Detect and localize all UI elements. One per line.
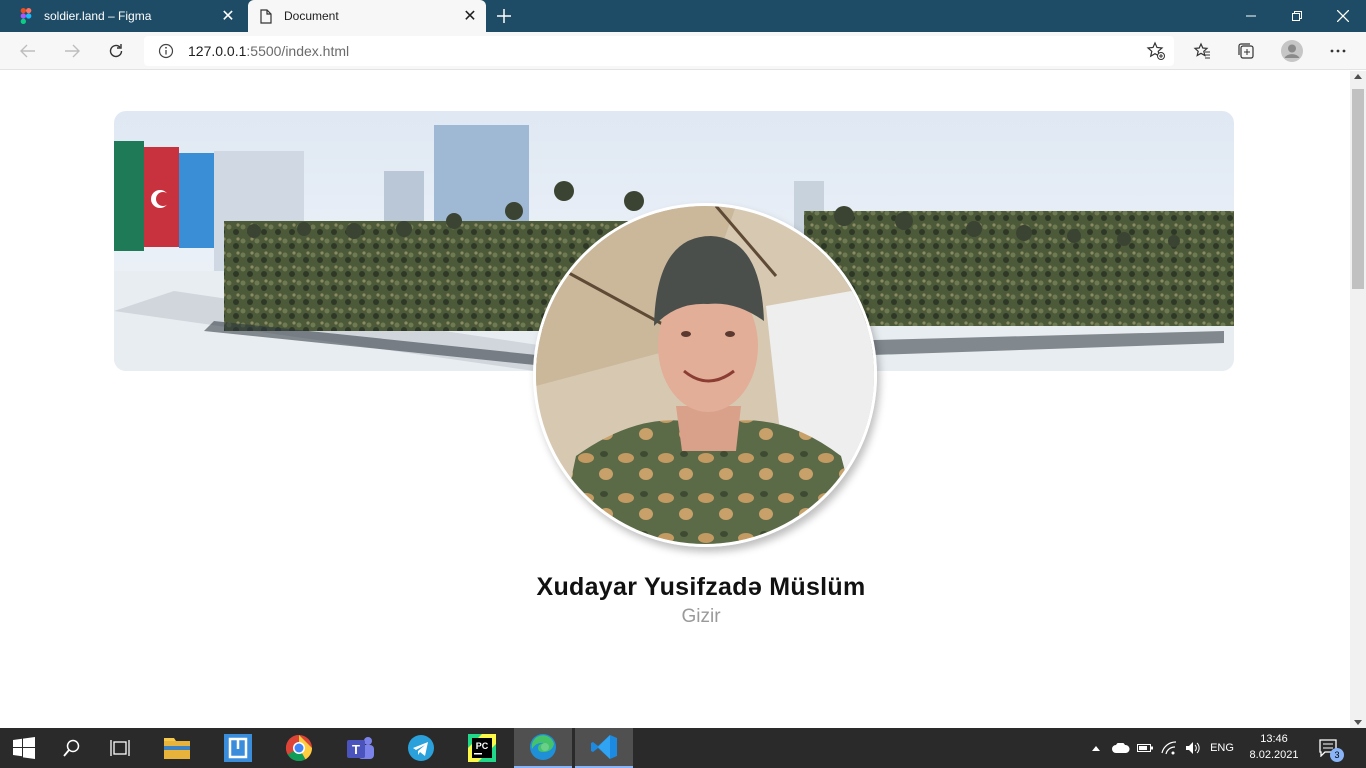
chevron-up-icon[interactable] xyxy=(1088,728,1104,768)
wifi-icon[interactable] xyxy=(1158,728,1180,768)
profile-photo xyxy=(533,203,877,547)
restore-icon[interactable] xyxy=(1274,0,1320,32)
url-host: 127.0.0.1 xyxy=(188,43,247,59)
task-view-icon[interactable] xyxy=(96,728,144,768)
windows-taskbar: T PC ENG 13:46 8.02.2021 3 xyxy=(0,728,1366,768)
notification-center-icon[interactable]: 3 xyxy=(1314,728,1344,768)
profile-avatar-icon[interactable] xyxy=(1277,36,1307,66)
clock-time: 13:46 xyxy=(1260,733,1288,745)
onedrive-icon[interactable] xyxy=(1110,728,1132,768)
volume-icon[interactable] xyxy=(1182,728,1204,768)
profile-rank: Gizir xyxy=(681,606,721,627)
collections-icon[interactable] xyxy=(1231,36,1261,66)
language-indicator[interactable]: ENG xyxy=(1206,728,1238,768)
scroll-down-icon[interactable] xyxy=(1354,720,1362,725)
close-icon[interactable]: ✕ xyxy=(216,4,240,28)
favorites-icon[interactable] xyxy=(1187,36,1217,66)
clock-date: 8.02.2021 xyxy=(1249,749,1299,761)
close-icon[interactable]: ✕ xyxy=(458,4,482,28)
browser-titlebar: soldier.land – Figma ✕ Document ✕ xyxy=(0,0,1366,32)
page-viewport: Xudayar Yusifzadə Müslüm Gizir xyxy=(0,71,1350,728)
profile-name: Xudayar Yusifzadə Müslüm xyxy=(536,573,866,601)
window-close-icon[interactable] xyxy=(1320,0,1366,32)
minimize-icon[interactable] xyxy=(1228,0,1274,32)
scroll-up-icon[interactable] xyxy=(1354,74,1362,79)
windows-start-icon[interactable] xyxy=(0,728,48,768)
tab-title: Document xyxy=(284,9,339,23)
app-icon[interactable] xyxy=(214,728,262,768)
refresh-icon[interactable] xyxy=(101,36,131,66)
pycharm-icon[interactable]: PC xyxy=(458,728,506,768)
back-arrow-icon[interactable] xyxy=(13,36,43,66)
vscode-icon[interactable] xyxy=(575,728,633,768)
page-scrollbar[interactable] xyxy=(1350,71,1366,728)
telegram-icon[interactable] xyxy=(397,728,445,768)
notification-badge: 3 xyxy=(1330,748,1344,762)
figma-icon xyxy=(18,8,34,24)
more-menu-icon[interactable] xyxy=(1323,36,1353,66)
forward-arrow-icon[interactable] xyxy=(57,36,87,66)
scrollbar-thumb[interactable] xyxy=(1352,89,1364,289)
battery-icon[interactable] xyxy=(1134,728,1156,768)
tab-document[interactable]: Document ✕ xyxy=(248,0,486,32)
document-icon xyxy=(258,8,274,24)
svg-text:PC: PC xyxy=(476,741,489,751)
chrome-icon[interactable] xyxy=(275,728,323,768)
browser-toolbar: 127.0.0.1:5500/index.html xyxy=(0,32,1366,70)
info-icon[interactable] xyxy=(151,43,181,59)
file-explorer-icon[interactable] xyxy=(153,728,201,768)
tab-title: soldier.land – Figma xyxy=(44,9,152,23)
teams-icon[interactable]: T xyxy=(336,728,384,768)
tab-figma[interactable]: soldier.land – Figma ✕ xyxy=(8,0,244,32)
clock[interactable]: 13:46 8.02.2021 xyxy=(1244,731,1304,763)
add-favorite-icon[interactable] xyxy=(1146,41,1166,66)
url-path: :5500/index.html xyxy=(246,43,350,59)
url-text: 127.0.0.1:5500/index.html xyxy=(188,43,349,59)
search-icon[interactable] xyxy=(48,728,96,768)
new-tab-button[interactable] xyxy=(492,4,516,28)
address-bar[interactable]: 127.0.0.1:5500/index.html xyxy=(144,36,1174,66)
edge-icon[interactable] xyxy=(514,728,572,768)
svg-text:T: T xyxy=(352,742,360,757)
